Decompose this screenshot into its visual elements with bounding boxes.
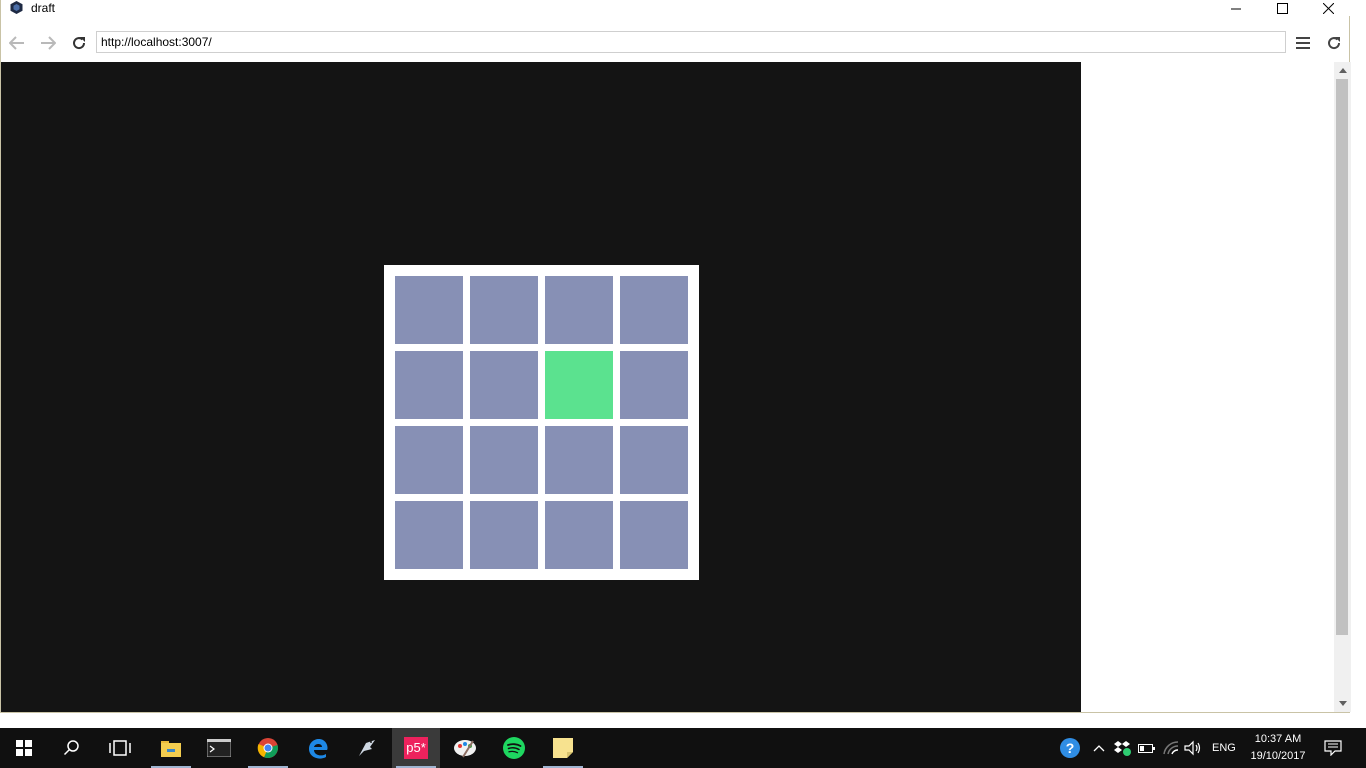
grid-cell[interactable]: [470, 276, 538, 344]
chevron-up-icon: [1093, 745, 1105, 752]
minimize-button[interactable]: [1213, 0, 1259, 16]
wifi-icon: [1163, 741, 1179, 755]
reload-button[interactable]: [68, 32, 90, 54]
scroll-up-button[interactable]: [1334, 62, 1351, 79]
minimize-icon: [1230, 8, 1241, 9]
arrow-right-icon: [41, 36, 56, 50]
taskbar-sticky-notes[interactable]: [539, 728, 587, 768]
folder-icon: [161, 741, 181, 757]
search-button[interactable]: [48, 728, 96, 768]
browser-toolbar: http://localhost:3007/: [1, 28, 1351, 56]
task-view-icon: [109, 740, 131, 756]
spotify-icon: [503, 737, 525, 759]
grid-cell[interactable]: [395, 501, 463, 569]
window-title: draft: [31, 1, 56, 15]
hamburger-menu-icon: [1296, 37, 1310, 49]
help-tray[interactable]: ?: [1059, 738, 1081, 758]
start-button[interactable]: [0, 728, 48, 768]
clock-date: 19/10/2017: [1250, 750, 1306, 762]
refresh-icon: [1328, 37, 1341, 50]
sticky-notes-icon: [553, 738, 573, 758]
grid-cell[interactable]: [620, 426, 688, 494]
taskbar-terminal[interactable]: [195, 728, 243, 768]
bird-app-icon: [359, 740, 375, 756]
back-button[interactable]: [6, 32, 28, 54]
app-icon: [10, 1, 23, 14]
taskbar-spotify[interactable]: [490, 728, 538, 768]
volume-tray[interactable]: [1183, 738, 1203, 758]
forward-button[interactable]: [37, 32, 59, 54]
windows-logo-icon: [16, 740, 32, 756]
action-center-button[interactable]: [1323, 738, 1343, 758]
grid-cell[interactable]: [395, 351, 463, 419]
close-icon: [1322, 2, 1334, 14]
maximize-icon: [1276, 2, 1288, 14]
speaker-icon: [1184, 740, 1201, 756]
taskbar: p5* ? ENG 10:37 AM 19/10/2017: [0, 728, 1366, 768]
svg-text:?: ?: [1066, 740, 1075, 756]
notification-icon: [1324, 740, 1342, 756]
taskbar-app-bird[interactable]: [343, 728, 391, 768]
taskbar-p5[interactable]: p5*: [392, 728, 440, 768]
scroll-down-arrow-icon: [1338, 701, 1347, 706]
dropbox-tray[interactable]: [1113, 738, 1133, 758]
task-view-button[interactable]: [96, 728, 144, 768]
grid-cell[interactable]: [620, 501, 688, 569]
show-hidden-icons-button[interactable]: [1089, 738, 1109, 758]
address-bar[interactable]: http://localhost:3007/: [96, 31, 1286, 53]
terminal-icon: [207, 739, 231, 757]
scroll-thumb[interactable]: [1336, 79, 1348, 635]
taskbar-file-explorer[interactable]: [147, 728, 195, 768]
reload-icon: [73, 37, 86, 50]
sketch-canvas[interactable]: [1, 62, 1081, 712]
grid-cell[interactable]: [470, 351, 538, 419]
paint-icon: [454, 740, 476, 758]
taskbar-paint[interactable]: [441, 728, 489, 768]
network-tray[interactable]: [1161, 738, 1181, 758]
grid-board: [384, 265, 699, 580]
grid-cell[interactable]: [470, 426, 538, 494]
scroll-down-button[interactable]: [1334, 695, 1351, 712]
battery-icon: [1138, 744, 1155, 753]
p5-icon: p5*: [404, 737, 428, 759]
grid-cell[interactable]: [395, 426, 463, 494]
grid-cell[interactable]: [395, 276, 463, 344]
page-viewport: [1, 62, 1334, 712]
scroll-up-arrow-icon: [1338, 68, 1347, 73]
grid-cell[interactable]: [620, 351, 688, 419]
search-icon: [63, 740, 79, 756]
maximize-button[interactable]: [1259, 0, 1305, 16]
chrome-icon: [257, 738, 278, 759]
vertical-scrollbar[interactable]: [1334, 62, 1351, 712]
taskbar-edge[interactable]: [294, 728, 342, 768]
grid-cell[interactable]: [545, 501, 613, 569]
title-bar: draft: [1, 0, 1351, 16]
browser-window: draft http://localhost:3007/: [0, 0, 1351, 713]
close-button[interactable]: [1305, 0, 1351, 16]
grid-cell-active[interactable]: [545, 351, 613, 419]
help-icon: ?: [1060, 738, 1080, 758]
clock[interactable]: 10:37 AM 19/10/2017: [1246, 731, 1310, 765]
grid-cell[interactable]: [620, 276, 688, 344]
edge-icon: [309, 739, 328, 759]
grid-cell[interactable]: [545, 426, 613, 494]
grid-cell[interactable]: [545, 276, 613, 344]
dropbox-icon: [1114, 741, 1131, 756]
battery-tray[interactable]: [1137, 738, 1157, 758]
menu-button[interactable]: [1292, 32, 1314, 54]
language-indicator[interactable]: ENG: [1212, 728, 1236, 768]
taskbar-chrome[interactable]: [244, 728, 292, 768]
arrow-left-icon: [9, 36, 24, 50]
refresh-button[interactable]: [1323, 32, 1345, 54]
grid-cell[interactable]: [470, 501, 538, 569]
clock-time: 10:37 AM: [1254, 733, 1302, 745]
